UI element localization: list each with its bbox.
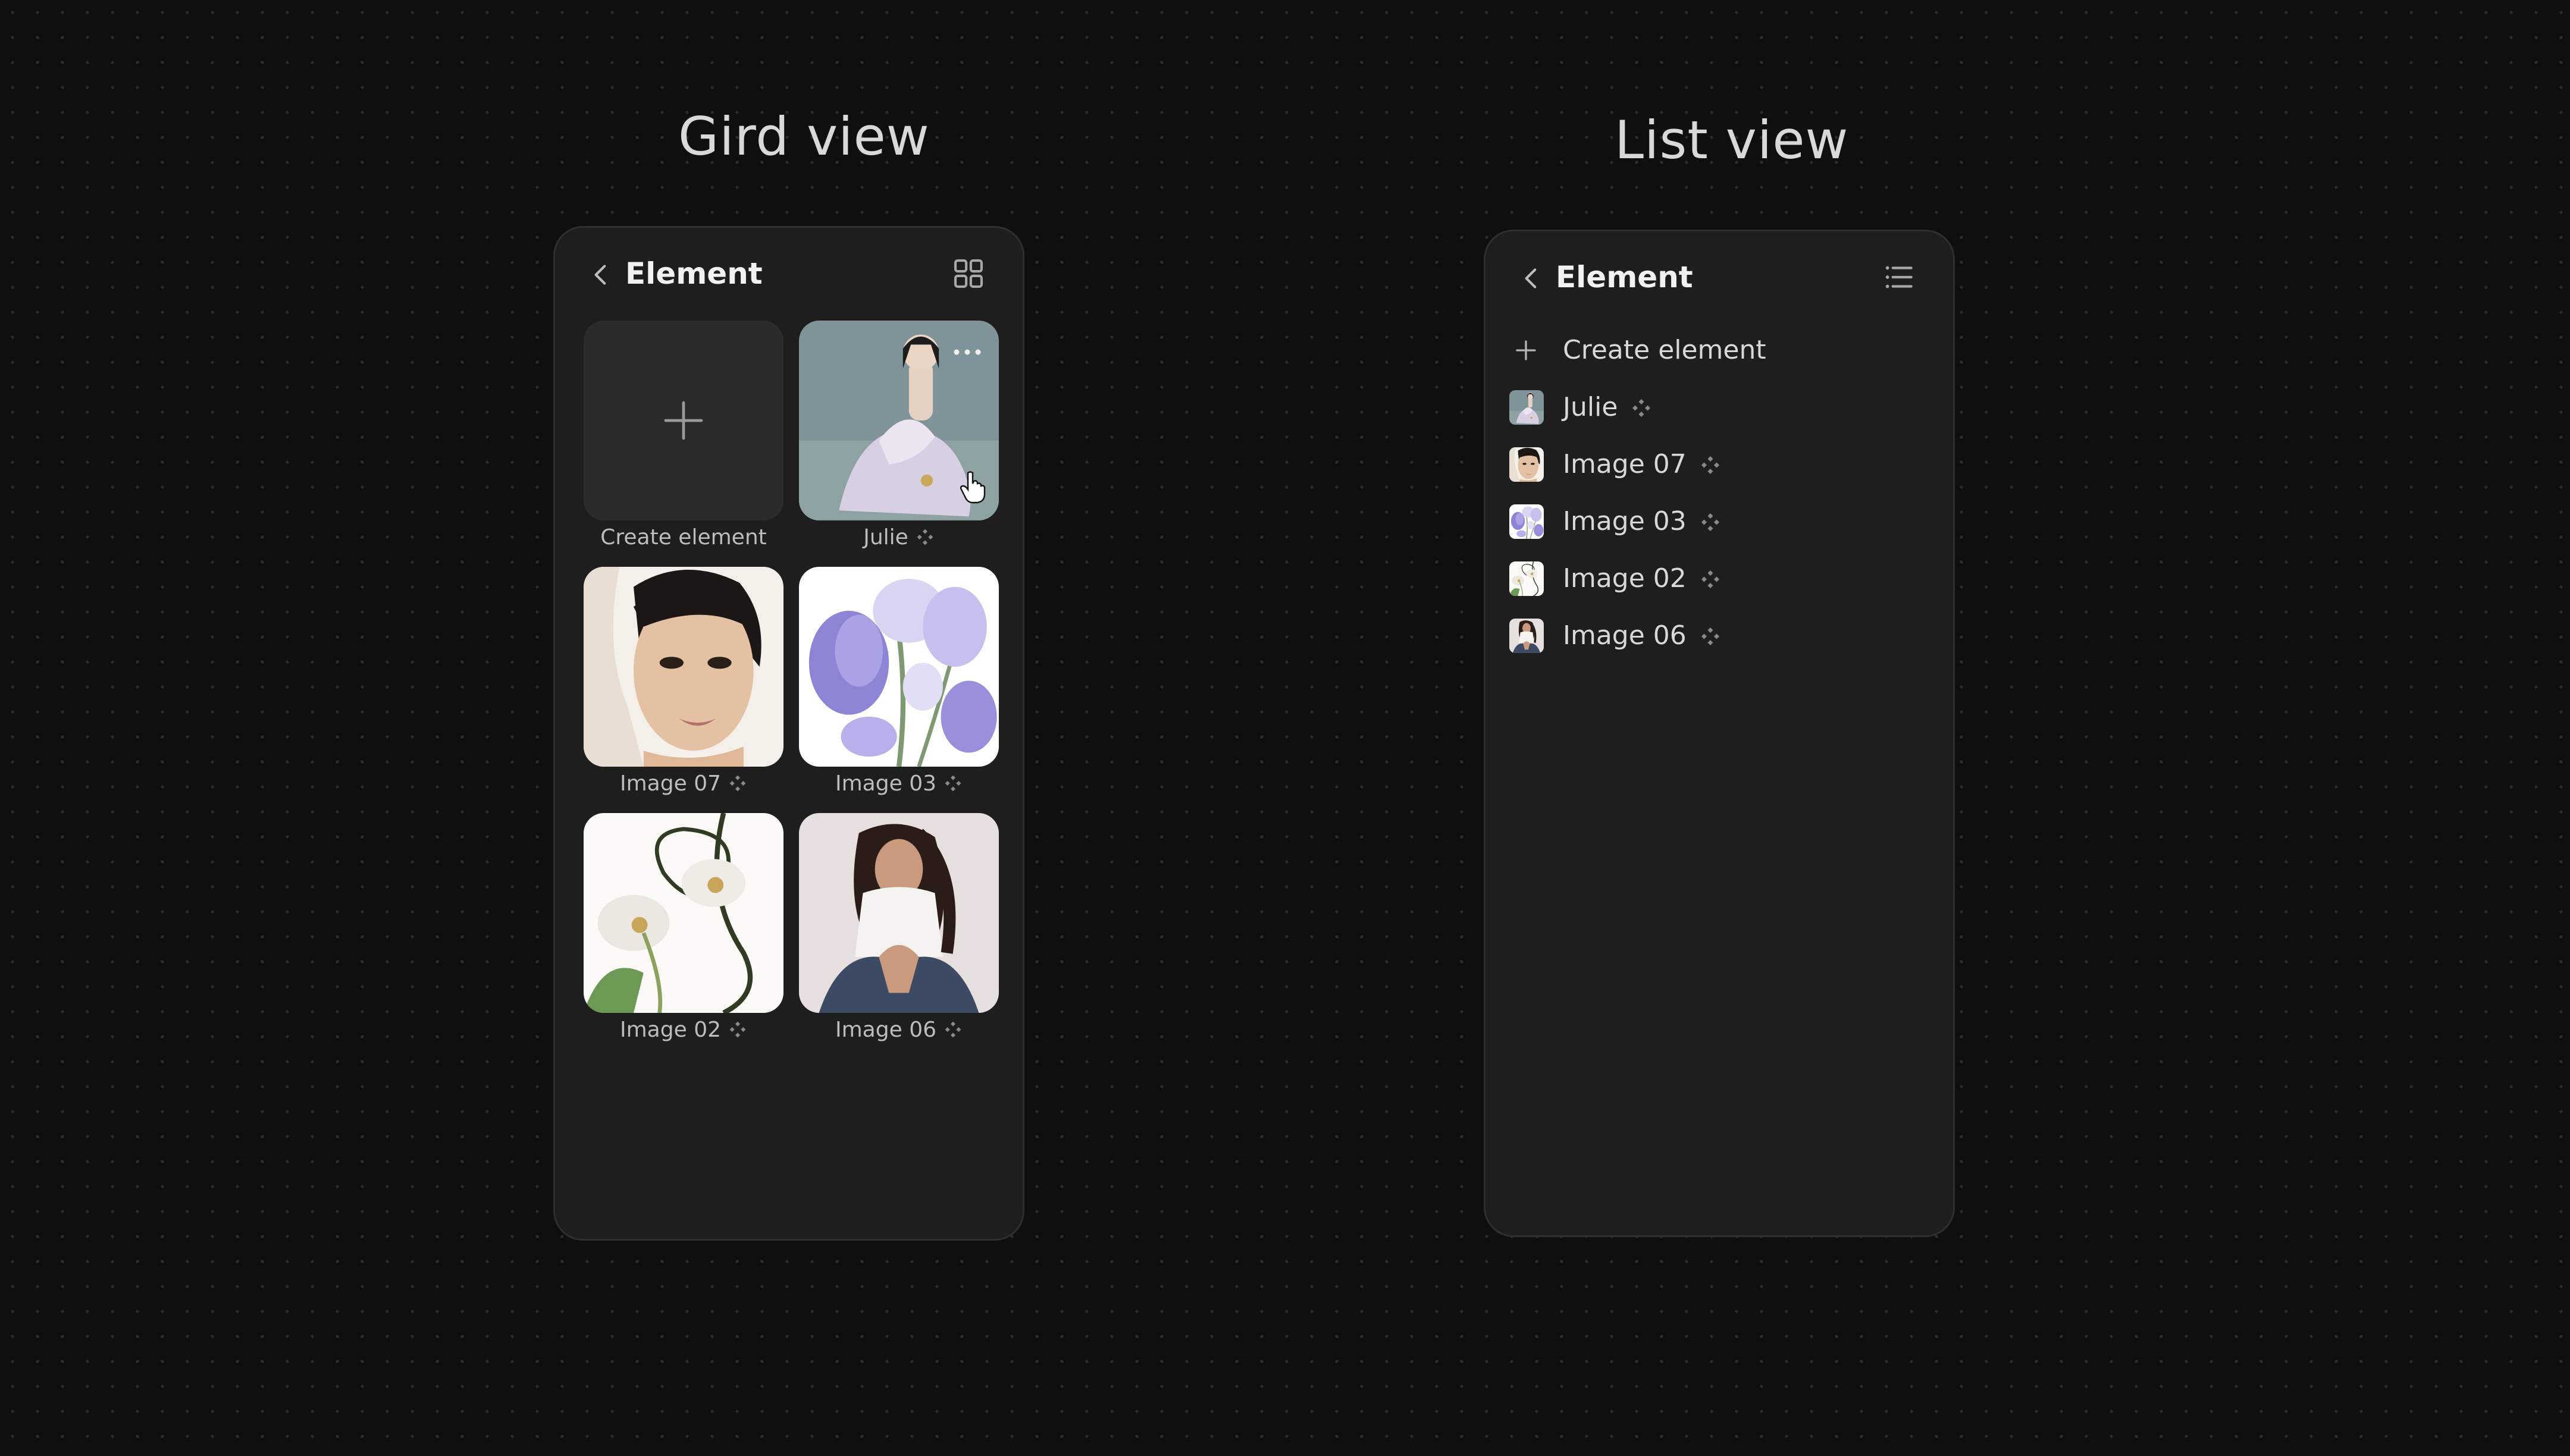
grid-item-image-06[interactable]: Image 06 (799, 813, 999, 1042)
grid-item-image-03[interactable]: Image 03 (799, 567, 999, 796)
thumbnail (1509, 504, 1544, 539)
grid-icon[interactable] (950, 255, 987, 292)
list-item-image-03[interactable]: Image 03 (1509, 498, 1929, 545)
create-element-row[interactable]: Create element (1509, 327, 1929, 374)
thumbnail[interactable] (799, 567, 999, 767)
list-item-image-02[interactable]: Image 02 (1509, 555, 1929, 603)
item-name: Image 03 (1563, 506, 1687, 536)
panel-header: Element (555, 228, 1023, 323)
grid-item-label: Julie (799, 525, 999, 550)
panel-title: Element (625, 256, 763, 291)
thumbnail-image (799, 567, 999, 767)
thumbnail (1509, 390, 1544, 425)
component-icon (1700, 626, 1721, 647)
grid-view-panel: Element Create element Julie Image 07 Im… (553, 226, 1024, 1241)
component-icon (1700, 569, 1721, 590)
chevron-left-icon[interactable] (1516, 263, 1546, 293)
list-icon[interactable] (1881, 259, 1917, 296)
list-item-image-06[interactable]: Image 06 (1509, 612, 1929, 660)
list-item-label: Image 02 (1563, 563, 1721, 594)
list-item-label: Image 07 (1563, 449, 1721, 479)
list-item-label: Julie (1563, 392, 1652, 422)
thumbnail (1509, 561, 1544, 596)
component-icon (944, 1020, 963, 1039)
component-icon (1700, 454, 1721, 476)
thumbnail[interactable] (799, 321, 999, 520)
panel-header: Element (1485, 231, 1953, 327)
plus-icon (1516, 340, 1536, 360)
item-name: Image 02 (620, 1018, 721, 1042)
list-view-panel: Element Create element Julie Image 07 Im… (1484, 230, 1955, 1237)
list-item-julie[interactable]: Julie (1509, 384, 1929, 431)
list-view-heading: List view (1615, 109, 1849, 171)
plus-icon (664, 401, 703, 440)
hand-cursor-icon (960, 471, 986, 504)
component-icon (944, 774, 963, 793)
thumbnail-image (799, 813, 999, 1013)
grid-item-julie[interactable]: Julie (799, 321, 999, 550)
list-item-label: Image 03 (1563, 506, 1721, 536)
item-name: Image 07 (620, 771, 721, 796)
grid-item-image-07[interactable]: Image 07 (584, 567, 783, 796)
create-element-label: Create element (1563, 335, 1766, 365)
item-name: Image 06 (835, 1018, 936, 1042)
item-name: Image 03 (835, 771, 936, 796)
grid-item-image-02[interactable]: Image 02 (584, 813, 783, 1042)
item-name: Image 02 (1563, 563, 1687, 594)
grid-item-label: Image 03 (799, 771, 999, 796)
item-name: Julie (1563, 392, 1618, 422)
component-icon (916, 528, 935, 547)
component-icon (728, 774, 747, 793)
grid-item-label: Image 02 (584, 1018, 783, 1042)
component-icon (728, 1020, 747, 1039)
create-element-label: Create element (600, 525, 767, 550)
component-icon (1700, 512, 1721, 533)
grid-item-label: Image 06 (799, 1018, 999, 1042)
item-name: Julie (863, 525, 908, 550)
list-item-image-07[interactable]: Image 07 (1509, 441, 1929, 488)
component-icon (1631, 397, 1652, 419)
thumbnail (1509, 619, 1544, 653)
thumbnail[interactable] (584, 813, 783, 1013)
chevron-left-icon[interactable] (586, 260, 616, 290)
item-name: Image 07 (1563, 449, 1687, 479)
thumbnail[interactable] (799, 813, 999, 1013)
create-element-box[interactable] (584, 321, 783, 520)
grid-item-label: Image 07 (584, 771, 783, 796)
thumbnail-image (584, 567, 783, 767)
grid-view-heading: Gird view (678, 106, 930, 167)
thumbnail[interactable] (584, 567, 783, 767)
item-name: Image 06 (1563, 620, 1687, 651)
thumbnail (1509, 447, 1544, 482)
panel-title: Element (1556, 260, 1693, 294)
list-item-label: Image 06 (1563, 620, 1721, 651)
more-icon[interactable] (952, 348, 982, 356)
create-element-tile[interactable]: Create element (584, 321, 783, 550)
thumbnail-image (584, 813, 783, 1013)
